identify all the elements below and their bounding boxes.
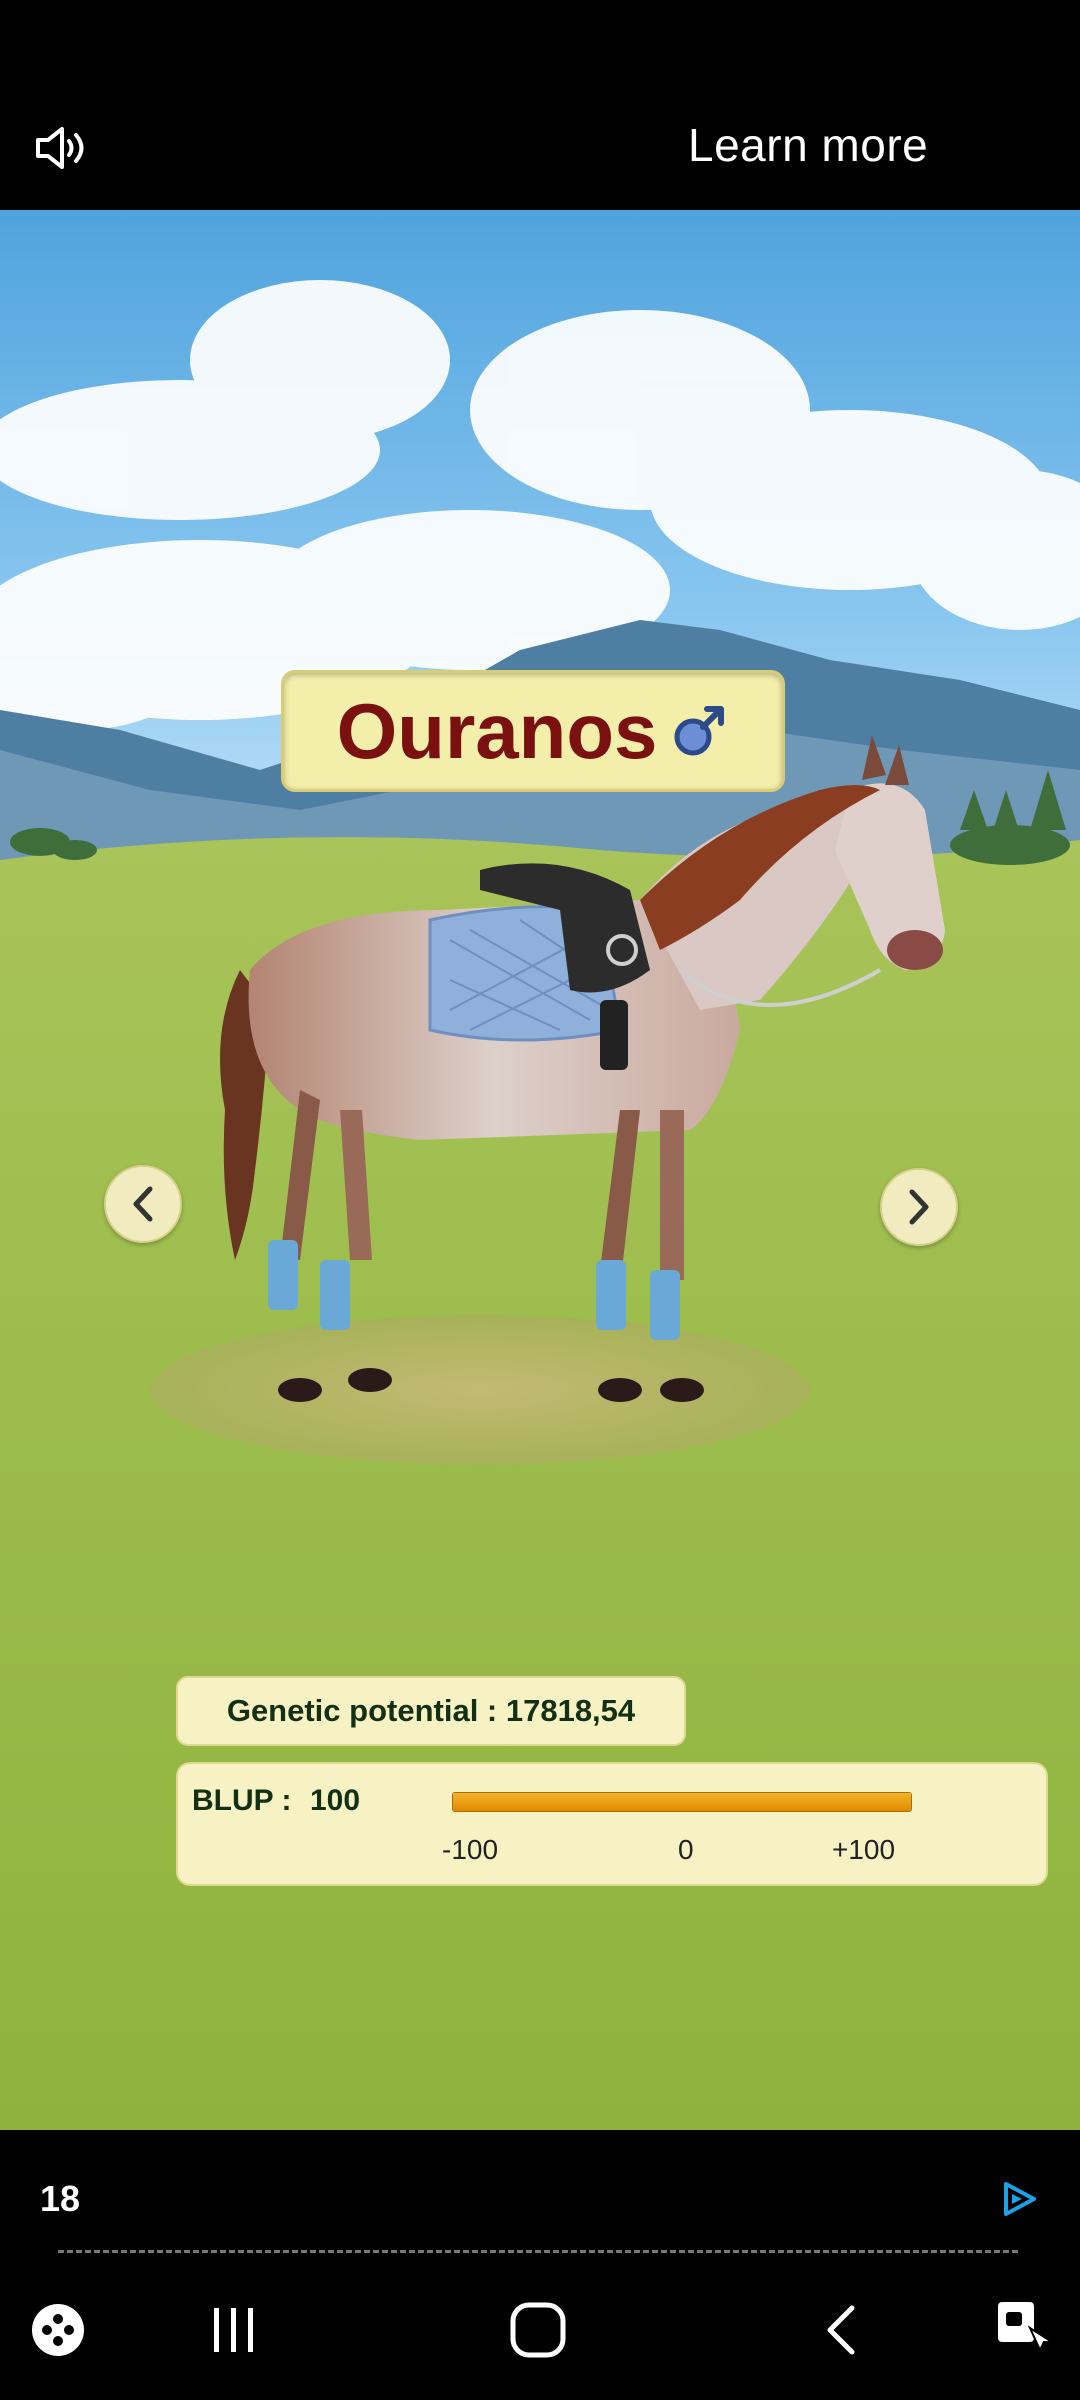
blup-value: 100 bbox=[310, 1784, 361, 1817]
chevron-right-icon bbox=[909, 1189, 929, 1225]
chevron-left-icon bbox=[133, 1186, 153, 1222]
male-symbol-icon bbox=[669, 701, 729, 761]
recent-apps-icon[interactable] bbox=[208, 2304, 260, 2361]
game-scene: Ouranos Genetic potential : 17818,54 BLU… bbox=[0, 210, 1080, 2130]
blup-tick-min: -100 bbox=[442, 1834, 499, 1865]
progress-divider bbox=[58, 2250, 1018, 2253]
horse-name-plate: Ouranos bbox=[281, 670, 785, 792]
blup-panel: BLUP : 100 -100 0 +100 bbox=[176, 1762, 1048, 1886]
ad-counter: 18 bbox=[40, 2178, 81, 2219]
horse-name: Ouranos bbox=[336, 686, 658, 775]
speaker-icon[interactable] bbox=[34, 124, 88, 172]
previous-horse-button[interactable] bbox=[104, 1165, 182, 1243]
system-nav-bar bbox=[0, 2280, 1080, 2400]
blup-bar-fill bbox=[452, 1792, 912, 1812]
blup-tick-zero: 0 bbox=[678, 1834, 694, 1865]
blup-label: BLUP : bbox=[192, 1784, 292, 1817]
genetic-potential-text: Genetic potential : 17818,54 bbox=[226, 1693, 636, 1728]
blup-tick-max: +100 bbox=[832, 1834, 896, 1865]
home-icon[interactable] bbox=[508, 2300, 568, 2365]
blup-bar bbox=[452, 1792, 912, 1812]
back-icon[interactable] bbox=[820, 2302, 860, 2363]
ad-top-bar: Learn more bbox=[0, 0, 1080, 210]
genetic-potential-panel: Genetic potential : 17818,54 bbox=[176, 1676, 686, 1746]
screen-assist-icon[interactable] bbox=[994, 2298, 1056, 2367]
learn-more-link[interactable]: Learn more bbox=[688, 118, 928, 172]
next-horse-button[interactable] bbox=[880, 1168, 958, 1246]
game-launcher-icon[interactable] bbox=[30, 2302, 86, 2363]
play-triangle-icon[interactable] bbox=[1000, 2180, 1038, 2218]
